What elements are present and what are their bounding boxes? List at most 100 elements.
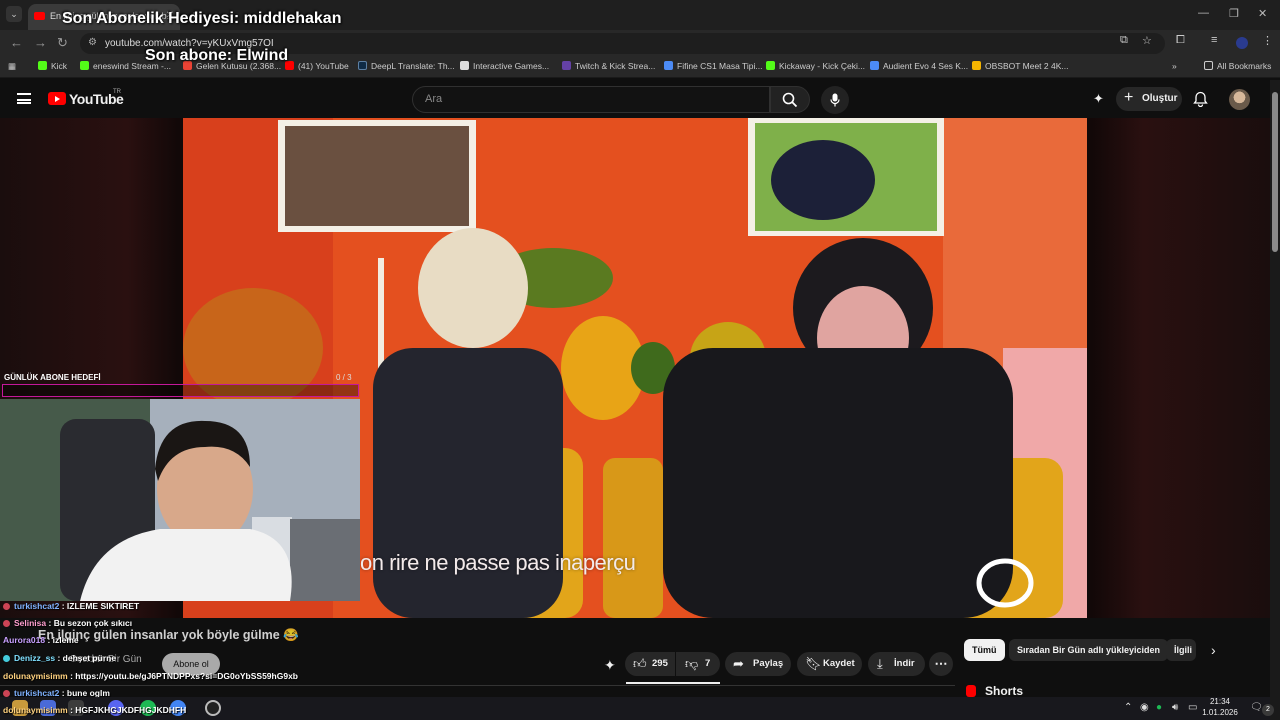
chat-text: : HGFJKHGJKDFHGJKDHFH	[70, 705, 187, 715]
webcam-feed	[0, 399, 360, 601]
bookmark-icon: 🔖︎	[805, 656, 822, 671]
like-count: 295	[652, 658, 668, 669]
like-button[interactable]: 👍︎ 295	[625, 652, 675, 676]
system-clock[interactable]: 21:34 1.01.2026	[1200, 696, 1240, 718]
reload-icon[interactable]: ↻	[57, 35, 68, 51]
download-button[interactable]: ⤓ İndir	[868, 652, 925, 676]
bookmark-item[interactable]: Twitch & Kick Strea...	[562, 61, 655, 71]
chip-all[interactable]: Tümü	[964, 639, 1005, 661]
obs-icon[interactable]	[205, 700, 221, 716]
site-info-icon[interactable]: ⚙	[88, 37, 97, 48]
sub-goal-bar	[2, 384, 359, 397]
chat-message: dolunaymisimm : https://youtu.be/gJ6PTND…	[3, 671, 298, 681]
search-input[interactable]: Ara	[412, 86, 770, 113]
clock-date: 1.01.2026	[1202, 708, 1238, 717]
scrollbar-thumb[interactable]	[1272, 92, 1278, 252]
bookmark-item[interactable]: Kickaway - Kick Çeki...	[766, 61, 865, 71]
dislike-button[interactable]: 👎︎ 7	[676, 652, 720, 676]
chat-username: Denizz_ss	[14, 653, 56, 663]
youtube-logo-icon[interactable]	[48, 92, 66, 105]
save-label: Kaydet	[823, 658, 855, 669]
bookmark-favicon-icon	[972, 61, 981, 70]
user-badge-icon	[3, 603, 10, 610]
chat-message: Denizz_ss : dehşet pürne	[3, 653, 116, 663]
hamburger-menu-icon[interactable]	[17, 93, 31, 104]
bookmark-favicon-icon	[80, 61, 89, 70]
mic-icon	[830, 93, 840, 107]
user-badge-icon	[3, 690, 10, 697]
network-icon[interactable]: ▭	[1188, 702, 1197, 713]
user-badge-icon	[3, 620, 10, 627]
tray-expand-icon[interactable]: ⌃	[1124, 702, 1132, 713]
bookmark-item[interactable]: Audient Evo 4 Ses K...	[870, 61, 968, 71]
save-button[interactable]: 🔖︎ Kaydet	[797, 652, 862, 676]
tab-search-icon[interactable]: ⌄	[6, 6, 22, 22]
ai-sparkle-icon[interactable]: ✦	[604, 657, 616, 674]
install-app-icon[interactable]: ⧉	[1120, 34, 1128, 47]
bookmark-item[interactable]: Interactive Games...	[460, 61, 549, 71]
more-actions-icon[interactable]: ⋯	[929, 652, 953, 676]
clock-time: 21:34	[1209, 697, 1231, 706]
apps-grid-icon[interactable]: ▦	[8, 61, 16, 72]
chip-related[interactable]: İlgili	[1166, 639, 1196, 661]
bookmark-favicon-icon	[460, 61, 469, 70]
share-label: Paylaş	[753, 658, 784, 669]
folder-icon	[1204, 61, 1213, 70]
extensions-icon[interactable]: ⧠	[1176, 34, 1185, 47]
user-badge-icon	[3, 655, 10, 662]
bookmarks-overflow-icon[interactable]: »	[1172, 61, 1177, 71]
chat-text: : dehşet pürne	[57, 653, 117, 663]
search-button[interactable]	[770, 86, 810, 113]
bookmark-favicon-icon	[358, 61, 367, 70]
back-icon[interactable]: ←	[10, 35, 23, 50]
bookmark-favicon-icon	[562, 61, 571, 70]
sub-goal-count: 0 / 3	[336, 373, 352, 382]
create-button[interactable]: + Oluştur	[1116, 87, 1182, 111]
bookmark-star-icon[interactable]: ☆	[1142, 34, 1152, 47]
webcam-frame	[0, 399, 360, 601]
chat-text: : https://youtu.be/gJ6PTNDPPxs?si=DG0oYb…	[70, 671, 298, 681]
youtube-favicon-icon	[34, 12, 45, 20]
bookmark-item[interactable]: OBSBOT Meet 2 4K...	[972, 61, 1068, 71]
restore-icon[interactable]: ❐	[1229, 7, 1239, 20]
like-indicator	[626, 682, 720, 684]
chat-message: Aurora018 : izleme	[3, 635, 79, 645]
menu-kebab-icon[interactable]: ⋮	[1262, 34, 1273, 47]
profile-icon[interactable]	[1236, 37, 1248, 49]
share-button[interactable]: ➦ Paylaş	[725, 652, 791, 676]
voice-search-icon[interactable]	[821, 86, 849, 114]
minimize-icon[interactable]: —	[1198, 7, 1209, 19]
bookmark-favicon-icon	[766, 61, 775, 70]
windows-taskbar	[0, 697, 1270, 720]
window-close-icon[interactable]: ✕	[1258, 7, 1267, 20]
thumbs-up-icon: 👍︎	[633, 656, 647, 671]
bookmark-favicon-icon	[870, 61, 879, 70]
search-icon	[782, 92, 798, 108]
forward-icon[interactable]: →	[34, 35, 47, 50]
chat-username: dolunaymisimm	[3, 671, 68, 681]
bookmark-item[interactable]: (41) YouTube	[285, 61, 349, 71]
chat-message: dolunaymisimm : HGFJKHGJKDFHGJKDHFH	[3, 705, 186, 715]
shorts-heading: Shorts	[985, 684, 1024, 698]
avatar[interactable]	[1229, 89, 1250, 110]
youtube-header: YouTube TR Ara ✦ + Oluştur	[0, 80, 1280, 118]
reading-list-icon[interactable]: ≡	[1211, 34, 1217, 46]
create-label: Oluştur	[1142, 93, 1178, 104]
discord-tray-icon[interactable]: ◉	[1140, 702, 1149, 713]
chat-message: turkishcat2 : IZLEME SIKTIRET	[3, 601, 139, 611]
bookmark-item[interactable]: DeepL Translate: Th...	[358, 61, 455, 71]
ai-sparkle-icon[interactable]: ✦	[1093, 91, 1104, 107]
chat-text: : IZLEME SIKTIRET	[61, 601, 140, 611]
plus-icon: +	[1124, 89, 1134, 106]
volume-icon[interactable]: 🔊︎	[1172, 702, 1178, 713]
notifications-icon[interactable]: 🗨︎	[1250, 702, 1263, 713]
chip-uploader[interactable]: Sıradan Bir Gün adlı yükleyiciden	[1009, 639, 1169, 661]
spotify-tray-icon[interactable]: ●	[1156, 702, 1162, 713]
chat-text: : izleme	[47, 635, 79, 645]
bookmark-item[interactable]: Fifine CS1 Masa Tipi...	[664, 61, 763, 71]
bookmark-item[interactable]: Kick	[38, 61, 67, 71]
bookmark-favicon-icon	[38, 61, 47, 70]
all-bookmarks-folder[interactable]: All Bookmarks	[1204, 61, 1271, 71]
chevron-right-icon[interactable]: ›	[1211, 642, 1216, 658]
notifications-bell-icon[interactable]	[1193, 91, 1208, 107]
